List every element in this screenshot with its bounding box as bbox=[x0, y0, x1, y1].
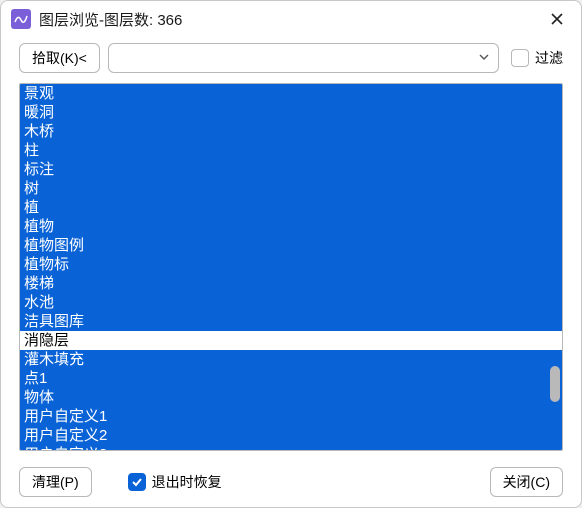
layer-row[interactable]: 用户自定义1 bbox=[20, 407, 562, 426]
close-icon bbox=[550, 12, 564, 26]
filter-combobox[interactable] bbox=[108, 43, 499, 73]
layer-row[interactable]: 木桥 bbox=[20, 122, 562, 141]
layer-row[interactable]: 物体 bbox=[20, 388, 562, 407]
chevron-down-icon bbox=[478, 50, 490, 66]
window-close-button[interactable] bbox=[543, 5, 571, 33]
layer-row[interactable]: 植物标 bbox=[20, 255, 562, 274]
layer-row[interactable]: 楼梯 bbox=[20, 274, 562, 293]
layer-row[interactable]: 水池 bbox=[20, 293, 562, 312]
close-button[interactable]: 关闭(C) bbox=[490, 467, 563, 497]
filter-toggle[interactable]: 过滤 bbox=[507, 48, 563, 68]
pick-button[interactable]: 拾取(K)< bbox=[19, 43, 100, 73]
scrollbar[interactable] bbox=[546, 86, 560, 448]
filter-checkbox[interactable] bbox=[511, 49, 529, 67]
layer-row[interactable]: 洁具图库 bbox=[20, 312, 562, 331]
titlebar: 图层浏览-图层数: 366 bbox=[1, 1, 581, 37]
layer-row[interactable]: 灌木填充 bbox=[20, 350, 562, 369]
window-title: 图层浏览-图层数: 366 bbox=[39, 9, 543, 30]
layer-row[interactable]: 植物 bbox=[20, 217, 562, 236]
app-icon bbox=[11, 9, 31, 29]
layer-row[interactable]: 树 bbox=[20, 179, 562, 198]
check-icon bbox=[131, 476, 143, 488]
layer-row[interactable]: 植物图例 bbox=[20, 236, 562, 255]
layer-row[interactable]: 景观 bbox=[20, 84, 562, 103]
cleanup-button[interactable]: 清理(P) bbox=[19, 467, 92, 497]
restore-label: 退出时恢复 bbox=[152, 472, 222, 492]
toolbar: 拾取(K)< 过滤 bbox=[1, 37, 581, 79]
restore-toggle[interactable]: 退出时恢复 bbox=[124, 472, 222, 492]
layer-browser-window: 图层浏览-图层数: 366 拾取(K)< 过滤 景观暖洞木桥柱标注树植植物植物图… bbox=[0, 0, 582, 508]
layer-list[interactable]: 景观暖洞木桥柱标注树植植物植物图例植物标楼梯水池洁具图库消隐层灌木填充点1物体用… bbox=[19, 83, 563, 451]
layer-row[interactable]: 用户自定义3 bbox=[20, 445, 562, 450]
layer-row[interactable]: 柱 bbox=[20, 141, 562, 160]
layer-row[interactable]: 用户自定义2 bbox=[20, 426, 562, 445]
layer-row[interactable]: 消隐层 bbox=[20, 331, 562, 350]
restore-checkbox[interactable] bbox=[128, 473, 146, 491]
filter-label: 过滤 bbox=[535, 48, 563, 68]
layer-row[interactable]: 暖洞 bbox=[20, 103, 562, 122]
footer: 清理(P) 退出时恢复 关闭(C) bbox=[1, 457, 581, 507]
layer-row[interactable]: 点1 bbox=[20, 369, 562, 388]
scrollbar-thumb[interactable] bbox=[550, 366, 560, 402]
layer-row[interactable]: 植 bbox=[20, 198, 562, 217]
layer-row[interactable]: 标注 bbox=[20, 160, 562, 179]
